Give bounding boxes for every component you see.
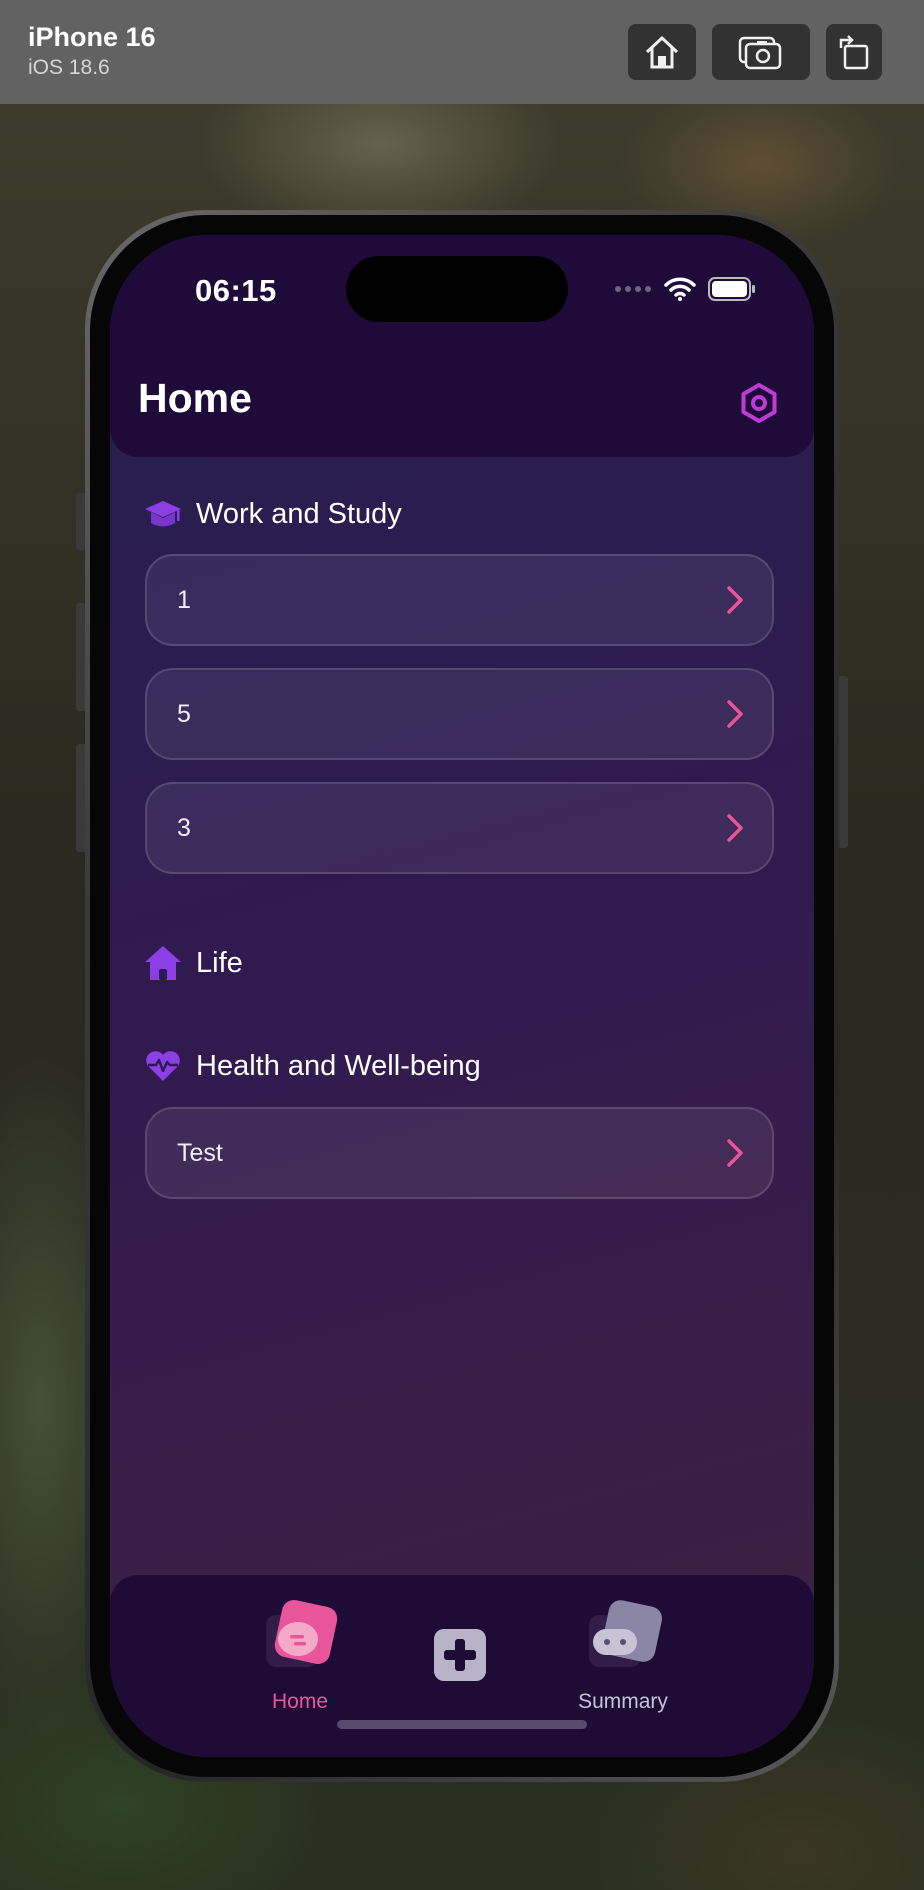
os-version: iOS 18.6 (28, 56, 110, 79)
power-button (838, 676, 848, 848)
list-item[interactable]: Test (145, 1107, 774, 1199)
rotate-button[interactable] (826, 24, 882, 80)
page-title: Home (138, 375, 252, 421)
home-indicator (337, 1720, 587, 1729)
list-item[interactable]: 1 (145, 554, 774, 646)
tab-label: Summary (578, 1690, 668, 1713)
home-chat-icon (266, 1600, 338, 1667)
tab-add[interactable] (432, 1627, 488, 1683)
house-icon (145, 946, 181, 980)
device-name: iPhone 16 (28, 22, 156, 52)
battery-icon (708, 277, 755, 301)
list-item-label: 3 (177, 813, 191, 842)
section-title: Health and Well-being (196, 1049, 481, 1082)
app-screen: Home 06:15 Work and Study 1 5 3 Life Hea… (110, 235, 814, 1757)
list-item-label: 5 (177, 699, 191, 728)
tab-bar: Home Summary (110, 1575, 814, 1757)
heart-pulse-icon (146, 1051, 180, 1081)
section-title: Work and Study (196, 497, 402, 530)
graduation-cap-icon (145, 501, 181, 527)
list-item-label: Test (177, 1138, 223, 1167)
wifi-icon (664, 277, 696, 301)
tab-home[interactable]: Home (250, 1595, 350, 1715)
home-icon (645, 36, 679, 69)
cellular-signal-icon (615, 286, 651, 292)
chevron-right-icon (727, 700, 743, 728)
gear-hexagon-icon[interactable] (738, 382, 780, 424)
list-item[interactable]: 5 (145, 668, 774, 760)
robot-chat-icon (589, 1600, 662, 1667)
rotate-icon (839, 35, 869, 70)
screenshot-icon (738, 36, 782, 70)
tab-summary[interactable]: Summary (568, 1595, 678, 1715)
section-life: Life (144, 944, 243, 982)
section-health-and-well-being: Health and Well-being (144, 1049, 481, 1083)
chevron-right-icon (727, 586, 743, 614)
status-time: 06:15 (195, 273, 277, 308)
list-item-label: 1 (177, 585, 191, 614)
plus-icon (434, 1629, 486, 1681)
status-icons (614, 277, 756, 301)
screenshot-button[interactable] (712, 24, 810, 80)
section-work-and-study: Work and Study (144, 497, 402, 531)
simulator-toolbar: iPhone 16 iOS 18.6 (0, 0, 924, 104)
dynamic-island (346, 256, 568, 322)
phone-frame: Home 06:15 Work and Study 1 5 3 Life Hea… (85, 210, 839, 1782)
chevron-right-icon (727, 814, 743, 842)
home-button[interactable] (628, 24, 696, 80)
section-title: Life (196, 946, 243, 979)
list-item[interactable]: 3 (145, 782, 774, 874)
chevron-right-icon (727, 1139, 743, 1167)
tab-label: Home (271, 1690, 329, 1713)
